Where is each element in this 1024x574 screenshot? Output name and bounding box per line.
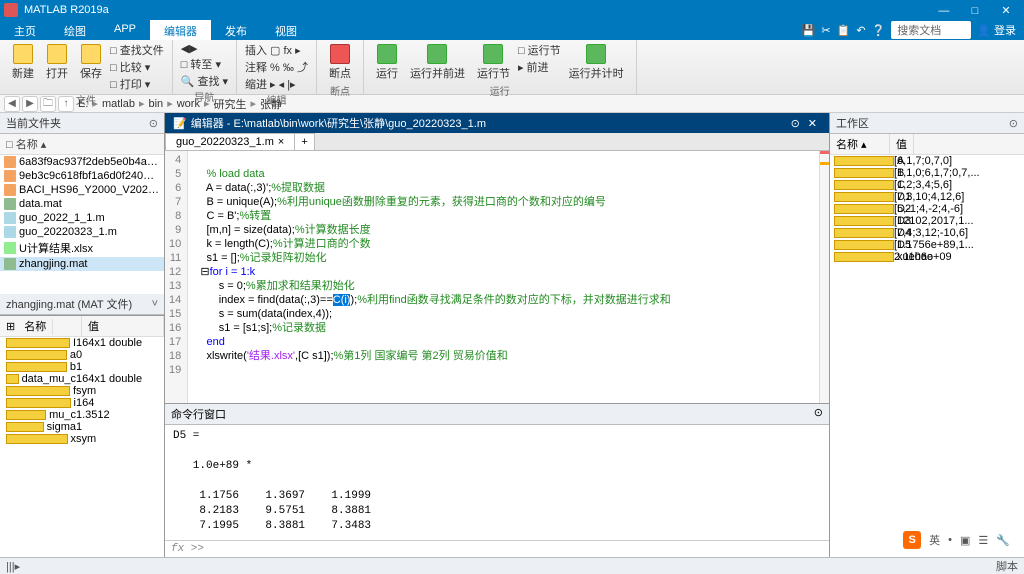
close-button[interactable]: ✕ bbox=[992, 4, 1020, 17]
ws-var-row[interactable]: D5[1.1756e+89,1... bbox=[830, 239, 1024, 251]
crumb[interactable]: E: bbox=[76, 98, 90, 110]
cmd-dropdown-icon[interactable]: ⊙ bbox=[814, 406, 823, 422]
statusbar: |||▸脚本 bbox=[0, 557, 1024, 574]
save-button[interactable]: 保存 bbox=[76, 42, 106, 92]
new-button[interactable]: 新建 bbox=[8, 42, 38, 92]
qat-copy-icon[interactable]: 📋 bbox=[837, 24, 851, 37]
titlebar: MATLAB R2019a — □ ✕ bbox=[0, 0, 1024, 20]
ws-var-row[interactable]: D1[7,3,10;4,12,6] bbox=[830, 191, 1024, 203]
advance-button[interactable]: ▸ 前进 bbox=[518, 59, 561, 75]
crumb[interactable]: 研究生 bbox=[211, 96, 248, 112]
tab-plots[interactable]: 绘图 bbox=[50, 20, 100, 40]
run-button[interactable]: 运行 bbox=[372, 42, 402, 83]
var-row[interactable]: a0 bbox=[0, 349, 164, 361]
tab-close-icon[interactable]: × bbox=[278, 136, 284, 148]
nav-fwd-button[interactable]: ▶ bbox=[22, 96, 38, 112]
ws-var-row[interactable]: B[1,1,0;6,1,7;0,7,... bbox=[830, 167, 1024, 179]
file-item[interactable]: guo_2022_1_1.m bbox=[0, 211, 164, 225]
crumb[interactable]: 张静 bbox=[258, 96, 284, 112]
editor-tab[interactable]: guo_20220323_1.m × bbox=[165, 133, 295, 150]
crumb[interactable]: bin bbox=[147, 98, 166, 110]
sogou-icon[interactable]: S bbox=[903, 531, 921, 549]
tab-editor[interactable]: 编辑器 bbox=[150, 20, 211, 40]
file-item[interactable]: U计算结果.xlsx bbox=[0, 239, 164, 257]
file-item[interactable]: 6a83f9ac937f2deb5e0b4a2d10421... bbox=[0, 155, 164, 169]
ribbon-tabs: 主页 绘图 APP 编辑器 发布 视图 💾 ✂ 📋 ↶ ❔ 搜索文档 👤 登录 bbox=[0, 20, 1024, 40]
ws-var-row[interactable]: A[6,1,7;0,7,0] bbox=[830, 155, 1024, 167]
qat-cut-icon[interactable]: ✂ bbox=[821, 24, 830, 37]
command-prompt[interactable]: fx >> bbox=[165, 540, 829, 557]
editor-close-icon[interactable]: ✕ bbox=[804, 118, 821, 130]
qat-undo-icon[interactable]: ↶ bbox=[856, 24, 865, 37]
comment-button[interactable]: 注释 % ‰ ⤴ bbox=[245, 59, 308, 75]
nav-up-button[interactable]: ↑ bbox=[58, 96, 74, 112]
var-row[interactable]: i164 bbox=[0, 397, 164, 409]
file-item[interactable]: 9eb3c9c618fbf1a6d0f240be34f47b... bbox=[0, 169, 164, 183]
find-files-button[interactable]: □ 查找文件 bbox=[110, 42, 164, 58]
crumb[interactable]: matlab bbox=[100, 98, 137, 110]
details-title: zhangjing.mat (MAT 文件)˅ bbox=[0, 294, 164, 315]
minimize-button[interactable]: — bbox=[930, 5, 958, 17]
indent-button[interactable]: 缩进 ▸ ◂ |▸ bbox=[245, 76, 308, 92]
var-row[interactable]: xsym bbox=[0, 433, 164, 445]
run-advance-button[interactable]: 运行并前进 bbox=[406, 42, 469, 83]
command-window-title: 命令行窗口⊙ bbox=[165, 403, 829, 425]
var-row[interactable]: b1 bbox=[0, 361, 164, 373]
run-section-button[interactable]: 运行节 bbox=[473, 42, 514, 83]
run-time-button[interactable]: 运行并计时 bbox=[565, 42, 628, 83]
compare-button[interactable]: □ 比较 ▾ bbox=[110, 59, 164, 75]
run-section-small-button[interactable]: □ 运行节 bbox=[518, 42, 561, 58]
tab-view[interactable]: 视图 bbox=[261, 20, 311, 40]
workspace-title: 工作区⊙ bbox=[830, 113, 1024, 134]
tab-home[interactable]: 主页 bbox=[0, 20, 50, 40]
ws-var-row[interactable]: D4[7,4;3,12;-10,6] bbox=[830, 227, 1024, 239]
details-collapse-icon[interactable]: ˅ bbox=[152, 298, 158, 310]
file-item[interactable]: data.mat bbox=[0, 197, 164, 211]
var-row[interactable]: I164x1 double bbox=[0, 337, 164, 349]
qat-help-icon[interactable]: ❔ bbox=[872, 24, 886, 37]
var-row[interactable]: data_mu_c164x1 double bbox=[0, 373, 164, 385]
new-tab-button[interactable]: + bbox=[294, 133, 314, 150]
matlab-logo-icon bbox=[4, 3, 18, 17]
var-row[interactable]: fsym bbox=[0, 385, 164, 397]
file-list-header[interactable]: □ 名称 ▴ bbox=[0, 134, 164, 155]
window-title: MATLAB R2019a bbox=[24, 4, 930, 16]
code-editor[interactable]: 45678910111213141516171819 % load data A… bbox=[165, 151, 829, 403]
current-folder-title: 当前文件夹⊙ bbox=[0, 113, 164, 134]
editor-title: 📝 编辑器 - E:\matlab\bin\work\研究生\张静\guo_20… bbox=[165, 113, 829, 133]
tab-publish[interactable]: 发布 bbox=[211, 20, 261, 40]
ws-var-row[interactable]: D2[5,-1;4,-2;4,-6] bbox=[830, 203, 1024, 215]
file-item[interactable]: BACI_HS96_Y2000_V202201.csv bbox=[0, 183, 164, 197]
maximize-button[interactable]: □ bbox=[961, 5, 989, 17]
ws-var-row[interactable]: D3[12102,2017,1... bbox=[830, 215, 1024, 227]
var-row[interactable]: sigma1 bbox=[0, 421, 164, 433]
insert-button[interactable]: 插入 ▢ fx ▸ bbox=[245, 42, 308, 58]
file-item[interactable]: zhangjing.mat bbox=[0, 257, 164, 271]
search-docs-input[interactable]: 搜索文档 bbox=[891, 21, 971, 39]
print-button[interactable]: □ 打印 ▾ bbox=[110, 76, 164, 92]
ws-var-row[interactable]: C[1,2;3,4;5,6] bbox=[830, 179, 1024, 191]
breakpoints-button[interactable]: 断点 bbox=[325, 42, 355, 83]
nav-arrows-button[interactable]: ◀▶ bbox=[181, 42, 228, 55]
nav-browse-button[interactable]: 🗀 bbox=[40, 96, 56, 112]
open-button[interactable]: 打开 bbox=[42, 42, 72, 92]
ime-toolbar[interactable]: S 英• ▣☰🔧 bbox=[899, 529, 1014, 551]
tab-apps[interactable]: APP bbox=[100, 20, 150, 40]
nav-back-button[interactable]: ◀ bbox=[4, 96, 20, 112]
file-list: □ 名称 ▴ 6a83f9ac937f2deb5e0b4a2d10421...9… bbox=[0, 134, 164, 294]
command-window[interactable]: D5 = 1.0e+89 * 1.1756 1.3697 1.1999 8.21… bbox=[165, 425, 829, 540]
login-button[interactable]: 👤 登录 bbox=[977, 22, 1016, 38]
panel-dropdown-icon[interactable]: ⊙ bbox=[149, 117, 158, 130]
editor-restore-icon[interactable]: ⊙ bbox=[787, 118, 804, 130]
var-row[interactable]: mu_c1.3512 bbox=[0, 409, 164, 421]
goto-button[interactable]: □ 转至 ▾ bbox=[181, 56, 228, 72]
file-item[interactable]: guo_20220323_1.m bbox=[0, 225, 164, 239]
ribbon: 新建 打开 保存 □ 查找文件 □ 比较 ▾ □ 打印 ▾ 文件 ◀▶ □ 转至… bbox=[0, 40, 1024, 95]
find-button[interactable]: 🔍 查找 ▾ bbox=[181, 73, 228, 89]
crumb[interactable]: work bbox=[175, 98, 202, 110]
ws-dropdown-icon[interactable]: ⊙ bbox=[1009, 117, 1018, 130]
ws-var-row[interactable]: xuehao2.1106e+09 bbox=[830, 251, 1024, 263]
qat-save-icon[interactable]: 💾 bbox=[802, 24, 816, 37]
